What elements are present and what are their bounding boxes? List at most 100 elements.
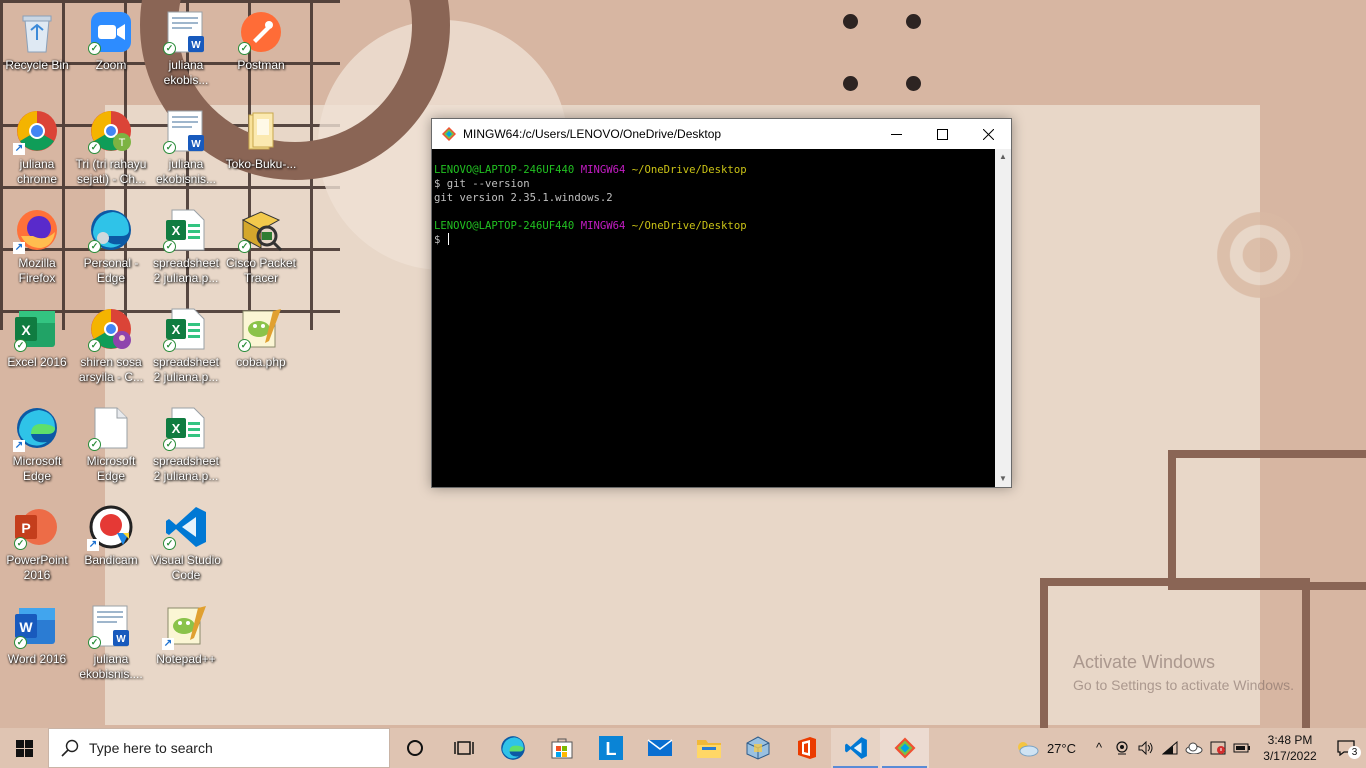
cube-app-icon	[746, 736, 769, 760]
svg-text:P: P	[21, 520, 30, 536]
terminal-prompt-line: LENOVO@LAPTOP-246UF440 MINGW64 ~/OneDriv…	[434, 163, 995, 177]
wifi-icon	[1162, 741, 1178, 755]
taskbar-microsoft-store[interactable]	[537, 728, 586, 768]
defender-alert-icon	[1210, 741, 1226, 755]
desktop-icon-notepad-plus-plus[interactable]: ↗ Notepad++	[150, 596, 222, 667]
taskbar-file-explorer[interactable]	[684, 728, 733, 768]
desktop-icon-label: juliana ekobisnis...	[155, 157, 217, 186]
desktop-icon-powerpoint-2016[interactable]: P ✓ PowerPoint 2016	[1, 497, 73, 583]
prompt-user: LENOVO@LAPTOP-246UF440	[434, 164, 575, 176]
desktop-icon-juliana-chrome[interactable]: ↗ juliana chrome	[1, 101, 73, 187]
excel-document-icon: X ✓	[162, 404, 210, 452]
desktop-icon-chrome-profile-shiren[interactable]: ✓ shiren sosa arsyila - C...	[75, 299, 147, 385]
tray-battery[interactable]	[1230, 742, 1254, 754]
scroll-up-arrow-icon[interactable]: ▲	[995, 149, 1011, 165]
desktop-icon-label: coba.php	[236, 355, 286, 369]
mail-icon	[647, 739, 672, 756]
close-button[interactable]	[965, 119, 1011, 149]
taskbar-search-box[interactable]: Type here to search	[48, 728, 390, 768]
desktop-icon-label: Zoom	[95, 58, 127, 72]
desktop-icon-personal-edge[interactable]: ✓ Personal - Edge	[75, 200, 147, 286]
desktop-icon-spreadsheet-3[interactable]: X ✓ spreadsheet 2 juliana.p...	[150, 398, 222, 484]
sync-ok-icon: ✓	[163, 537, 176, 550]
terminal-prompt-line: LENOVO@LAPTOP-246UF440 MINGW64 ~/OneDriv…	[434, 219, 995, 233]
excel-icon: X ✓	[13, 305, 61, 353]
taskbar-l-app[interactable]: L	[586, 728, 635, 768]
taskbar-git-bash[interactable]	[880, 728, 929, 768]
prompt-path: ~/OneDrive/Desktop	[631, 164, 747, 176]
vscode-icon	[844, 737, 867, 759]
notepad-plus-plus-file-icon: ✓	[237, 305, 285, 353]
desktop-icon-label: spreadsheet 2 juliana.p...	[152, 256, 220, 285]
start-button[interactable]	[0, 728, 48, 768]
edge-icon: ↗	[13, 404, 61, 452]
tray-volume[interactable]	[1134, 741, 1158, 755]
desktop-icon-recycle-bin[interactable]: Recycle Bin	[1, 2, 73, 73]
store-icon	[551, 738, 572, 759]
desktop-icon-vscode[interactable]: ✓ Visual Studio Code	[150, 497, 222, 583]
terminal-output[interactable]: LENOVO@LAPTOP-246UF440 MINGW64 ~/OneDriv…	[432, 149, 995, 487]
cortana-button[interactable]	[390, 728, 439, 768]
maximize-button[interactable]	[919, 119, 965, 149]
desktop-icon-word-2016[interactable]: W ✓ Word 2016	[1, 596, 73, 667]
sync-ok-icon: ✓	[163, 339, 176, 352]
tray-network[interactable]	[1158, 741, 1182, 755]
desktop-icon-spreadsheet-1[interactable]: X ✓ spreadsheet 2 juliana.p...	[150, 200, 222, 286]
postman-icon: ✓	[237, 8, 285, 56]
window-titlebar[interactable]: MINGW64:/c/Users/LENOVO/OneDrive/Desktop	[432, 119, 1011, 149]
desktop-icon-firefox[interactable]: ↗ Mozilla Firefox	[1, 200, 73, 286]
desktop-icon-label: juliana ekobis...	[163, 58, 209, 87]
desktop-icon-coba-php[interactable]: ✓ coba.php	[225, 299, 297, 370]
desktop-icon-toko-buku-folder[interactable]: Toko-Buku-...	[225, 101, 297, 172]
desktop-icon-label: Visual Studio Code	[151, 553, 221, 582]
desktop-icon-microsoft-edge[interactable]: ↗ Microsoft Edge	[1, 398, 73, 484]
desktop-icon-bandicam[interactable]: ↗ Bandicam	[75, 497, 147, 568]
taskbar-vscode[interactable]	[831, 728, 880, 768]
mingw64-terminal-window[interactable]: MINGW64:/c/Users/LENOVO/OneDrive/Desktop…	[431, 118, 1012, 488]
desktop-icon-juliana-word-doc[interactable]: W ✓ juliana ekobis...	[150, 2, 222, 88]
task-view-button[interactable]	[439, 728, 488, 768]
word-icon: W ✓	[13, 602, 61, 650]
desktop-icon-label: juliana ekobisnis....	[79, 652, 143, 681]
desktop-icon-chrome-profile-tri[interactable]: T ✓ Tri (tri rahayu sejati) - Ch...	[75, 101, 147, 187]
close-icon	[982, 128, 994, 140]
prompt-env: MINGW64	[580, 164, 626, 176]
taskbar-mail[interactable]	[635, 728, 684, 768]
tray-onedrive[interactable]	[1182, 742, 1206, 754]
weather-widget[interactable]: 27°C	[1015, 738, 1076, 758]
vertical-scrollbar[interactable]: ▲ ▼	[995, 149, 1011, 487]
desktop-icon-label: Tri (tri rahayu sejati) - Ch...	[75, 157, 147, 186]
scroll-down-arrow-icon[interactable]: ▼	[995, 471, 1011, 487]
desktop-icon-spreadsheet-2[interactable]: X ✓ spreadsheet 2 juliana.p...	[150, 299, 222, 385]
terminal-input-line[interactable]: $	[434, 233, 995, 247]
desktop-icon-label: shiren sosa arsyila - C...	[78, 355, 143, 384]
taskbar-office[interactable]	[782, 728, 831, 768]
action-center-button[interactable]: 3	[1326, 740, 1366, 759]
svg-text:X: X	[172, 421, 181, 436]
desktop-icon-label: juliana chrome	[16, 157, 57, 186]
desktop-icon-label: Postman	[237, 58, 285, 72]
desktop-icon-microsoft-edge-file[interactable]: ✓ Microsoft Edge	[75, 398, 147, 484]
desktop-icon-postman[interactable]: ✓ Postman	[225, 2, 297, 73]
taskbar-edge[interactable]	[488, 728, 537, 768]
tray-meet-now[interactable]	[1110, 741, 1134, 755]
minimize-button[interactable]	[873, 119, 919, 149]
taskbar-clock[interactable]: 3:48 PM 3/17/2022	[1254, 732, 1326, 764]
desktop-icon-juliana-ekobisnis-doc[interactable]: W ✓ juliana ekobisnis...	[150, 101, 222, 187]
desktop-icon-label: Microsoft Edge	[12, 454, 62, 483]
weather-temperature: 27°C	[1046, 740, 1076, 756]
desktop-icon-zoom[interactable]: ✓ Zoom	[75, 2, 147, 73]
svg-text:W: W	[191, 40, 201, 51]
chrome-icon: ↗	[13, 107, 61, 155]
blank-file-icon: ✓	[87, 404, 135, 452]
svg-text:X: X	[172, 223, 181, 238]
show-hidden-icons-button[interactable]: ^	[1088, 739, 1110, 757]
desktop-icon-juliana-word-doc-2[interactable]: W ✓ juliana ekobisnis....	[75, 596, 147, 682]
tray-security[interactable]	[1206, 741, 1230, 755]
wallpaper-dot	[843, 76, 858, 91]
desktop-icon-excel-2016[interactable]: X ✓ Excel 2016	[1, 299, 73, 370]
desktop-icon-cisco-packet-tracer[interactable]: ✓ Cisco Packet Tracer	[225, 200, 297, 286]
chrome-profile-icon: T ✓	[87, 107, 135, 155]
chrome-profile-icon: ✓	[87, 305, 135, 353]
taskbar-virtualbox[interactable]	[733, 728, 782, 768]
